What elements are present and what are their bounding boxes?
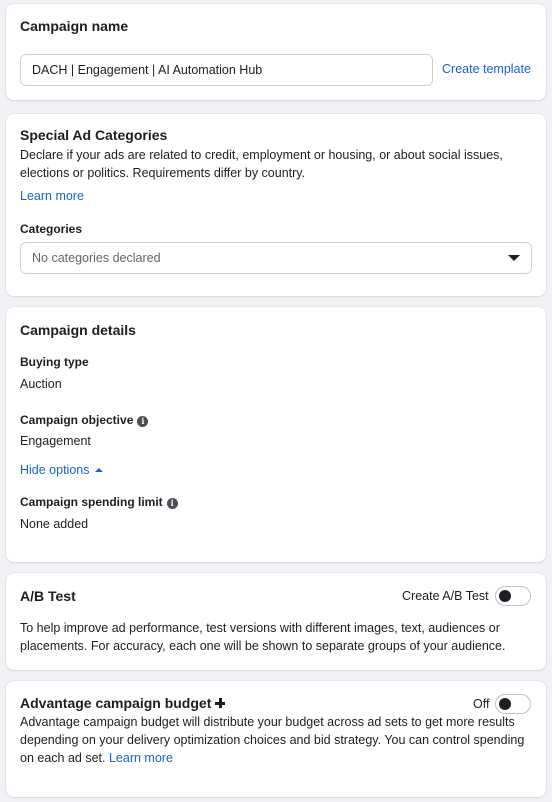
ab-test-card: A/B Test Create A/B Test To help improve…	[6, 573, 546, 670]
campaign-objective-label: Campaign objective	[20, 413, 134, 427]
toggle-knob	[499, 698, 511, 710]
campaign-name-title: Campaign name	[20, 18, 129, 34]
advantage-budget-title-row: Advantage campaign budget	[20, 695, 226, 711]
spending-limit-label: Campaign spending limit	[20, 495, 163, 509]
advantage-budget-card: Advantage campaign budget Off Advantage …	[6, 681, 546, 797]
advantage-budget-toggle[interactable]	[495, 694, 531, 714]
ab-test-description: To help improve ad performance, test ver…	[20, 621, 506, 653]
spending-limit-value: None added	[20, 517, 89, 531]
create-template-link[interactable]: Create template	[442, 62, 531, 76]
special-ad-learn-more-link[interactable]: Learn more	[20, 189, 84, 203]
categories-select[interactable]: No categories declared	[20, 242, 532, 274]
info-icon[interactable]: i	[137, 416, 149, 427]
categories-label: Categories	[20, 222, 83, 236]
categories-select-value: No categories declared	[32, 251, 161, 265]
buying-type-label: Buying type	[20, 355, 89, 369]
campaign-objective-label-row: Campaign objective i	[20, 413, 149, 427]
campaign-name-card: Campaign name DACH | Engagement | AI Aut…	[6, 4, 546, 100]
ab-test-toggle[interactable]	[495, 586, 531, 606]
campaign-name-input[interactable]: DACH | Engagement | AI Automation Hub	[20, 54, 433, 86]
campaign-details-card: Campaign details Buying type Auction Cam…	[6, 307, 546, 562]
special-ad-categories-description: Declare if your ads are related to credi…	[20, 148, 503, 180]
hide-options-link[interactable]: Hide options	[20, 463, 103, 477]
special-ad-categories-title: Special Ad Categories	[20, 127, 168, 143]
ab-test-title: A/B Test	[20, 588, 76, 604]
plus-icon	[215, 698, 226, 708]
campaign-details-title: Campaign details	[20, 322, 136, 338]
hide-options-label: Hide options	[20, 463, 90, 477]
advantage-budget-description: Advantage campaign budget will distribut…	[20, 715, 525, 765]
advantage-budget-learn-more-link[interactable]: Learn more	[109, 751, 173, 765]
advantage-budget-title: Advantage campaign budget	[20, 695, 212, 711]
advantage-budget-toggle-label: Off	[473, 697, 490, 711]
info-icon[interactable]: i	[166, 498, 178, 509]
caret-up-icon	[94, 468, 103, 472]
advantage-budget-description-block: Advantage campaign budget will distribut…	[20, 713, 532, 767]
spending-limit-label-row: Campaign spending limit i	[20, 495, 178, 509]
ab-test-toggle-label: Create A/B Test	[402, 589, 489, 603]
campaign-objective-value: Engagement	[20, 434, 91, 448]
buying-type-value: Auction	[20, 377, 62, 391]
toggle-knob	[499, 590, 511, 602]
caret-down-icon	[508, 255, 520, 261]
special-ad-categories-card: Special Ad Categories Declare if your ad…	[6, 114, 546, 296]
